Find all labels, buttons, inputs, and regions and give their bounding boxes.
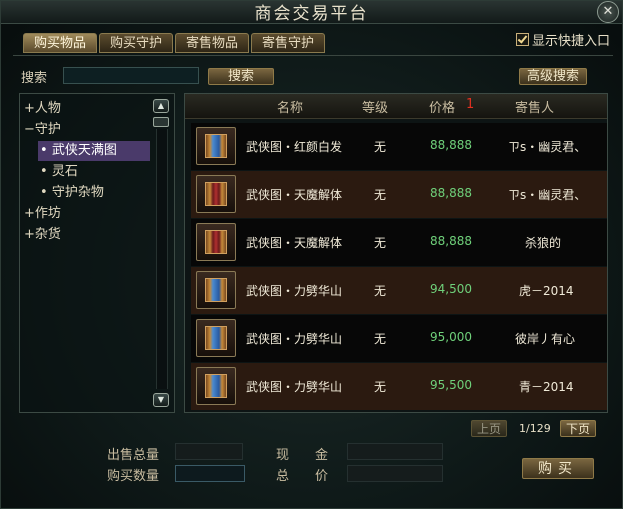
total-price-field [347, 465, 443, 482]
tree-item-character[interactable]: +人物 [24, 99, 61, 119]
table-row[interactable]: 武侠图・力劈华山 无 95,000 彼岸丿有心 [191, 315, 607, 362]
bullet-icon: • [40, 185, 48, 200]
scroll-red-icon [196, 223, 236, 261]
tab-consign-guardian[interactable]: 寄售守护 [251, 33, 325, 53]
cash-field [347, 443, 443, 460]
expand-icon: + [24, 227, 35, 242]
quick-entry-label: 显示快捷入口 [532, 34, 611, 49]
scroll-blue-icon [196, 319, 236, 357]
item-seller: 青－2014 [519, 380, 574, 394]
table-row[interactable]: 武侠图・力劈华山 无 94,500 虎－2014 [191, 267, 607, 314]
tree-item-label: 守护 [34, 122, 61, 137]
tree-scrollbar[interactable]: ▲ ▼ [153, 99, 169, 408]
item-price: 88,888 [430, 186, 472, 200]
item-price: 88,888 [430, 234, 472, 248]
header-seller[interactable]: 寄售人 [515, 97, 554, 116]
buy-qty-input[interactable] [175, 465, 245, 482]
tree-item-groceries[interactable]: +杂货 [24, 225, 61, 245]
search-button[interactable]: 搜索 [208, 68, 274, 85]
scroll-thumb[interactable] [153, 117, 169, 127]
item-price: 88,888 [430, 138, 472, 152]
item-price: 94,500 [430, 282, 472, 296]
header-price[interactable]: 价格 [429, 97, 455, 116]
expand-icon: + [24, 101, 35, 116]
item-level: 无 [374, 140, 387, 154]
collapse-icon: − [24, 122, 35, 137]
tree-item-label: 灵石 [51, 164, 78, 179]
expand-icon: + [24, 206, 35, 221]
buy-button[interactable]: 购买 [522, 458, 594, 479]
search-label: 搜索 [21, 71, 48, 86]
sell-total-label: 出售总量 [107, 448, 160, 463]
item-table: 名称 等级 价格 1 寄售人 武侠图・红颜白发 无 88,888 ㄗs・幽灵君、… [184, 93, 608, 413]
tree-item-label: 作坊 [34, 206, 61, 221]
item-name: 武侠图・力劈华山 [246, 332, 343, 346]
title-bar[interactable]: 商会交易平台 ✕ [1, 1, 622, 24]
tree-item-guardian[interactable]: −守护 [24, 120, 61, 140]
total-price-label: 总 价 [276, 469, 329, 484]
sort-indicator: 1 [466, 97, 475, 112]
scroll-blue-icon [196, 271, 236, 309]
table-row[interactable]: 武侠图・红颜白发 无 88,888 ㄗs・幽灵君、 [191, 123, 607, 170]
table-row[interactable]: 武侠图・天魔解体 无 88,888 杀狼的 [191, 219, 607, 266]
tab-buy-guardian[interactable]: 购买守护 [99, 33, 173, 53]
item-name: 武侠图・力劈华山 [246, 284, 343, 298]
next-page-button[interactable]: 下页 [560, 420, 596, 437]
tree-item-workshop[interactable]: +作坊 [24, 204, 61, 224]
item-seller: 杀狼的 [525, 236, 562, 250]
advanced-search-button[interactable]: 高级搜索 [519, 68, 587, 85]
sell-total-field [175, 443, 243, 460]
tree-item-wuxia-map[interactable]: • 武侠天满图 [38, 141, 150, 161]
item-name: 武侠图・天魔解体 [246, 188, 343, 202]
header-name[interactable]: 名称 [277, 97, 303, 116]
item-name: 武侠图・天魔解体 [246, 236, 343, 250]
close-icon[interactable]: ✕ [597, 1, 619, 23]
item-price: 95,000 [430, 330, 472, 344]
tree-item-guardian-misc[interactable]: • 守护杂物 [40, 183, 104, 203]
item-name: 武侠图・力劈华山 [246, 380, 343, 394]
item-level: 无 [374, 236, 387, 250]
item-level: 无 [374, 332, 387, 346]
prev-page-button[interactable]: 上页 [471, 420, 507, 437]
category-tree: +人物 −守护 • 武侠天满图 • 灵石 • 守护杂物 +作坊 +杂货 [19, 93, 175, 413]
item-seller: 彼岸丿有心 [515, 332, 576, 346]
quick-entry-toggle[interactable]: 显示快捷入口 [516, 33, 610, 51]
item-name: 武侠图・红颜白发 [246, 140, 343, 154]
trade-platform-window: 商会交易平台 ✕ 购买物品 购买守护 寄售物品 寄售守护 显示快捷入口 搜索 搜… [0, 0, 623, 509]
tree-item-label: 人物 [34, 101, 61, 116]
item-level: 无 [374, 380, 387, 394]
item-seller: ㄗs・幽灵君、 [508, 140, 587, 154]
item-seller: 虎－2014 [519, 284, 574, 298]
scroll-down-icon[interactable]: ▼ [153, 393, 169, 407]
table-header: 名称 等级 价格 1 寄售人 [185, 94, 607, 119]
item-level: 无 [374, 284, 387, 298]
scroll-blue-icon [196, 367, 236, 405]
scroll-track[interactable] [156, 129, 168, 389]
tree-item-label: 杂货 [34, 227, 61, 242]
bullet-icon: • [40, 164, 48, 179]
item-seller: ㄗs・幽灵君、 [508, 188, 587, 202]
tab-consign-items[interactable]: 寄售物品 [175, 33, 249, 53]
bullet-icon: • [40, 143, 48, 158]
tree-item-label: 守护杂物 [51, 185, 104, 200]
table-row[interactable]: 武侠图・天魔解体 无 88,888 ㄗs・幽灵君、 [191, 171, 607, 218]
scroll-blue-icon [196, 127, 236, 165]
item-price: 95,500 [430, 378, 472, 392]
table-row[interactable]: 武侠图・力劈华山 无 95,500 青－2014 [191, 363, 607, 410]
scroll-red-icon [196, 175, 236, 213]
tab-buy-items[interactable]: 购买物品 [23, 33, 97, 53]
page-indicator: 1/129 [519, 422, 551, 435]
buy-qty-label: 购买数量 [107, 469, 160, 484]
search-input[interactable] [63, 67, 199, 84]
item-level: 无 [374, 188, 387, 202]
checkbox-checked-icon[interactable] [516, 33, 529, 46]
divider [13, 55, 613, 56]
header-level[interactable]: 等级 [362, 97, 388, 116]
window-title: 商会交易平台 [254, 4, 369, 24]
tree-item-label: 武侠天满图 [51, 143, 117, 158]
scroll-up-icon[interactable]: ▲ [153, 99, 169, 113]
tree-item-spirit-stone[interactable]: • 灵石 [40, 162, 78, 182]
cash-label: 现 金 [276, 448, 329, 463]
